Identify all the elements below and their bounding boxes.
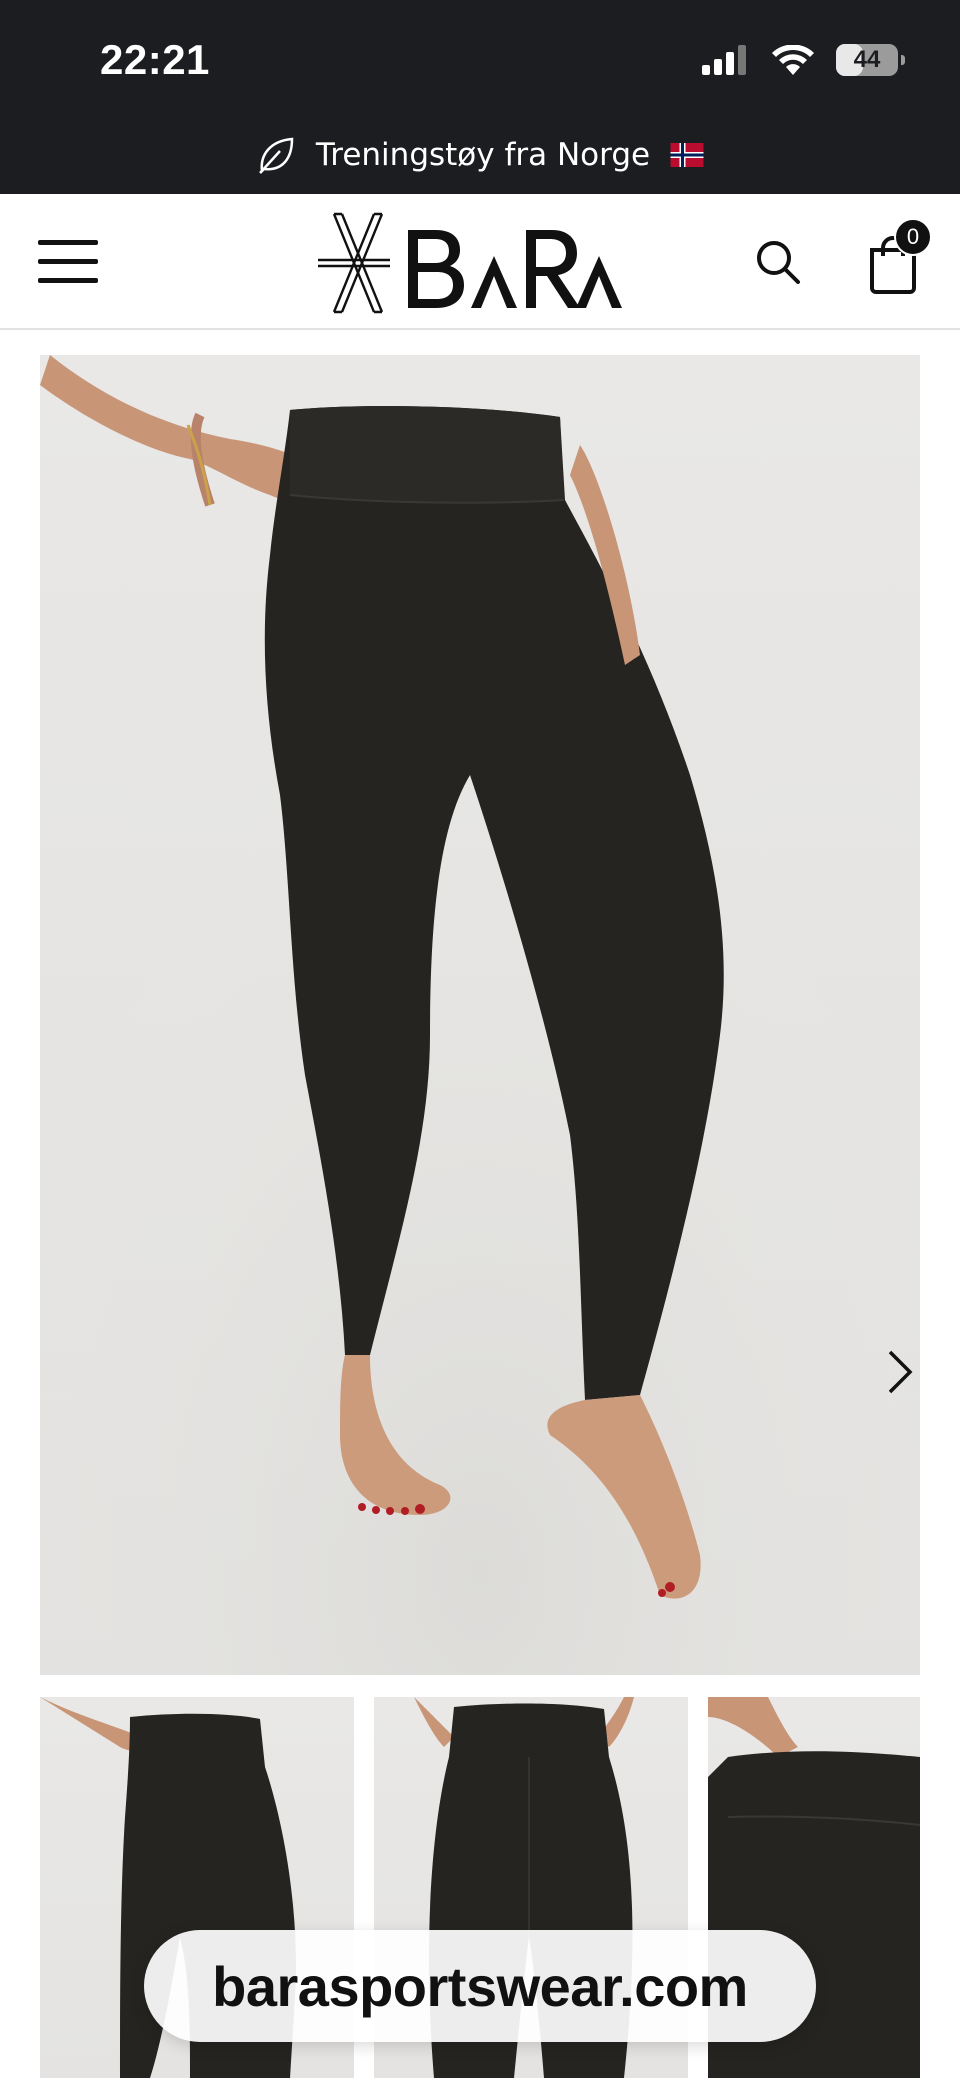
bara-logo[interactable] xyxy=(308,208,654,318)
norway-flag-icon xyxy=(670,143,704,167)
status-time: 22:21 xyxy=(100,36,210,83)
wifi-icon xyxy=(772,45,814,75)
main-product-image[interactable] xyxy=(40,355,920,1675)
leaf-icon xyxy=(258,137,294,174)
status-icons: 44 xyxy=(702,44,905,76)
site-header: 0 xyxy=(0,194,960,330)
hamburger-icon xyxy=(38,240,98,245)
status-bar: 22:21 44 xyxy=(0,0,960,116)
chevron-right-icon[interactable] xyxy=(880,1348,920,1396)
battery-percent: 44 xyxy=(853,46,881,73)
announcement-bar: Treningstøy fra Norge xyxy=(0,116,960,194)
cart-button[interactable]: 0 xyxy=(866,218,932,294)
menu-button[interactable] xyxy=(38,240,98,284)
cart-count-badge: 0 xyxy=(894,218,932,256)
hamburger-line xyxy=(38,259,98,264)
search-button[interactable] xyxy=(754,238,802,286)
announcement-text: Treningstøy fra Norge xyxy=(315,137,651,173)
signal-icon xyxy=(702,45,746,75)
battery-tip xyxy=(901,55,905,65)
site-url: barasportswear.com xyxy=(212,1954,748,2018)
product-photo-black-leggings-front xyxy=(40,355,920,1675)
hamburger-line xyxy=(38,278,98,283)
battery-icon: 44 xyxy=(836,44,905,76)
site-url-pill: barasportswear.com xyxy=(144,1930,816,2042)
